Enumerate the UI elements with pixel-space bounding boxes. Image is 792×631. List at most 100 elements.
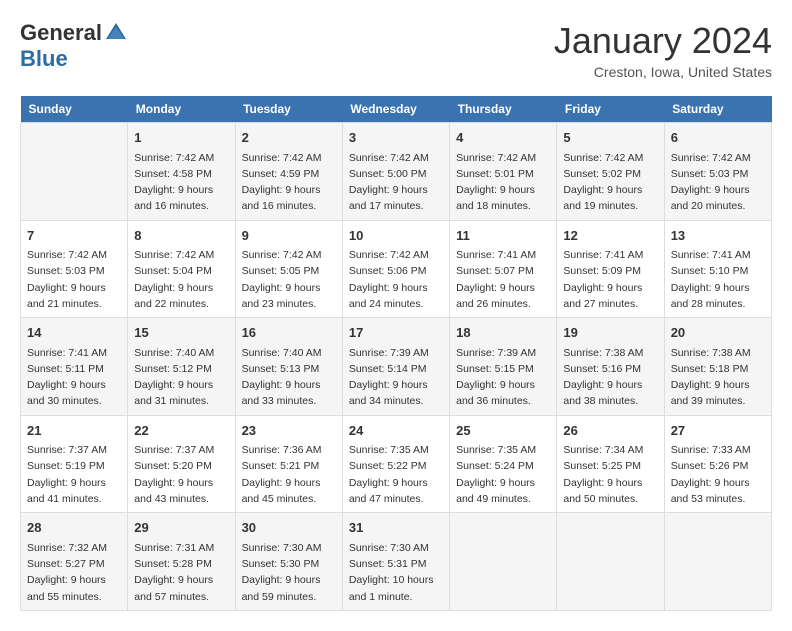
day-info: Sunrise: 7:39 AMSunset: 5:14 PMDaylight:… xyxy=(349,345,443,410)
calendar-body: 1Sunrise: 7:42 AMSunset: 4:58 PMDaylight… xyxy=(21,123,772,611)
calendar-cell: 1Sunrise: 7:42 AMSunset: 4:58 PMDaylight… xyxy=(128,123,235,221)
day-info: Sunrise: 7:36 AMSunset: 5:21 PMDaylight:… xyxy=(242,442,336,507)
day-number: 30 xyxy=(242,518,336,538)
calendar-cell: 15Sunrise: 7:40 AMSunset: 5:12 PMDayligh… xyxy=(128,318,235,416)
day-info: Sunrise: 7:41 AMSunset: 5:09 PMDaylight:… xyxy=(563,247,657,312)
day-info: Sunrise: 7:37 AMSunset: 5:19 PMDaylight:… xyxy=(27,442,121,507)
day-info: Sunrise: 7:38 AMSunset: 5:16 PMDaylight:… xyxy=(563,345,657,410)
calendar-cell: 25Sunrise: 7:35 AMSunset: 5:24 PMDayligh… xyxy=(450,415,557,513)
calendar-cell xyxy=(21,123,128,221)
logo-blue-text: Blue xyxy=(20,46,68,72)
calendar-cell: 13Sunrise: 7:41 AMSunset: 5:10 PMDayligh… xyxy=(664,220,771,318)
calendar-cell: 6Sunrise: 7:42 AMSunset: 5:03 PMDaylight… xyxy=(664,123,771,221)
calendar-cell: 17Sunrise: 7:39 AMSunset: 5:14 PMDayligh… xyxy=(342,318,449,416)
calendar-cell: 10Sunrise: 7:42 AMSunset: 5:06 PMDayligh… xyxy=(342,220,449,318)
calendar-week-row: 21Sunrise: 7:37 AMSunset: 5:19 PMDayligh… xyxy=(21,415,772,513)
day-info: Sunrise: 7:40 AMSunset: 5:13 PMDaylight:… xyxy=(242,345,336,410)
calendar-table: SundayMondayTuesdayWednesdayThursdayFrid… xyxy=(20,96,772,611)
day-number: 26 xyxy=(563,421,657,441)
calendar-week-row: 28Sunrise: 7:32 AMSunset: 5:27 PMDayligh… xyxy=(21,513,772,611)
day-number: 17 xyxy=(349,323,443,343)
day-info: Sunrise: 7:40 AMSunset: 5:12 PMDaylight:… xyxy=(134,345,228,410)
calendar-cell: 18Sunrise: 7:39 AMSunset: 5:15 PMDayligh… xyxy=(450,318,557,416)
day-info: Sunrise: 7:41 AMSunset: 5:11 PMDaylight:… xyxy=(27,345,121,410)
day-info: Sunrise: 7:42 AMSunset: 5:00 PMDaylight:… xyxy=(349,150,443,215)
calendar-cell: 12Sunrise: 7:41 AMSunset: 5:09 PMDayligh… xyxy=(557,220,664,318)
day-header-sunday: Sunday xyxy=(21,96,128,123)
day-number: 11 xyxy=(456,226,550,246)
day-info: Sunrise: 7:42 AMSunset: 4:59 PMDaylight:… xyxy=(242,150,336,215)
calendar-cell: 31Sunrise: 7:30 AMSunset: 5:31 PMDayligh… xyxy=(342,513,449,611)
calendar-week-row: 14Sunrise: 7:41 AMSunset: 5:11 PMDayligh… xyxy=(21,318,772,416)
day-info: Sunrise: 7:37 AMSunset: 5:20 PMDaylight:… xyxy=(134,442,228,507)
days-header-row: SundayMondayTuesdayWednesdayThursdayFrid… xyxy=(21,96,772,123)
day-info: Sunrise: 7:41 AMSunset: 5:07 PMDaylight:… xyxy=(456,247,550,312)
day-info: Sunrise: 7:42 AMSunset: 5:04 PMDaylight:… xyxy=(134,247,228,312)
calendar-cell: 26Sunrise: 7:34 AMSunset: 5:25 PMDayligh… xyxy=(557,415,664,513)
day-info: Sunrise: 7:35 AMSunset: 5:24 PMDaylight:… xyxy=(456,442,550,507)
page-header: General Blue January 2024 Creston, Iowa,… xyxy=(20,20,772,80)
day-info: Sunrise: 7:30 AMSunset: 5:30 PMDaylight:… xyxy=(242,540,336,605)
day-number: 25 xyxy=(456,421,550,441)
logo-icon xyxy=(104,21,128,45)
calendar-cell: 2Sunrise: 7:42 AMSunset: 4:59 PMDaylight… xyxy=(235,123,342,221)
day-number: 21 xyxy=(27,421,121,441)
day-info: Sunrise: 7:31 AMSunset: 5:28 PMDaylight:… xyxy=(134,540,228,605)
calendar-cell: 8Sunrise: 7:42 AMSunset: 5:04 PMDaylight… xyxy=(128,220,235,318)
day-info: Sunrise: 7:33 AMSunset: 5:26 PMDaylight:… xyxy=(671,442,765,507)
day-number: 20 xyxy=(671,323,765,343)
calendar-cell xyxy=(450,513,557,611)
day-header-thursday: Thursday xyxy=(450,96,557,123)
calendar-cell: 29Sunrise: 7:31 AMSunset: 5:28 PMDayligh… xyxy=(128,513,235,611)
calendar-cell: 28Sunrise: 7:32 AMSunset: 5:27 PMDayligh… xyxy=(21,513,128,611)
calendar-cell xyxy=(557,513,664,611)
day-info: Sunrise: 7:38 AMSunset: 5:18 PMDaylight:… xyxy=(671,345,765,410)
day-info: Sunrise: 7:35 AMSunset: 5:22 PMDaylight:… xyxy=(349,442,443,507)
day-info: Sunrise: 7:34 AMSunset: 5:25 PMDaylight:… xyxy=(563,442,657,507)
day-number: 22 xyxy=(134,421,228,441)
title-block: January 2024 Creston, Iowa, United State… xyxy=(554,20,772,80)
day-info: Sunrise: 7:30 AMSunset: 5:31 PMDaylight:… xyxy=(349,540,443,605)
calendar-cell: 7Sunrise: 7:42 AMSunset: 5:03 PMDaylight… xyxy=(21,220,128,318)
day-header-friday: Friday xyxy=(557,96,664,123)
day-number: 16 xyxy=(242,323,336,343)
calendar-cell xyxy=(664,513,771,611)
day-number: 29 xyxy=(134,518,228,538)
logo: General Blue xyxy=(20,20,128,72)
calendar-cell: 27Sunrise: 7:33 AMSunset: 5:26 PMDayligh… xyxy=(664,415,771,513)
day-info: Sunrise: 7:42 AMSunset: 5:05 PMDaylight:… xyxy=(242,247,336,312)
day-number: 7 xyxy=(27,226,121,246)
calendar-cell: 20Sunrise: 7:38 AMSunset: 5:18 PMDayligh… xyxy=(664,318,771,416)
month-title: January 2024 xyxy=(554,20,772,62)
calendar-cell: 14Sunrise: 7:41 AMSunset: 5:11 PMDayligh… xyxy=(21,318,128,416)
day-number: 27 xyxy=(671,421,765,441)
day-number: 14 xyxy=(27,323,121,343)
day-header-saturday: Saturday xyxy=(664,96,771,123)
day-info: Sunrise: 7:42 AMSunset: 5:02 PMDaylight:… xyxy=(563,150,657,215)
day-number: 1 xyxy=(134,128,228,148)
location-subtitle: Creston, Iowa, United States xyxy=(554,64,772,80)
day-number: 5 xyxy=(563,128,657,148)
day-number: 10 xyxy=(349,226,443,246)
day-info: Sunrise: 7:32 AMSunset: 5:27 PMDaylight:… xyxy=(27,540,121,605)
calendar-cell: 4Sunrise: 7:42 AMSunset: 5:01 PMDaylight… xyxy=(450,123,557,221)
day-header-monday: Monday xyxy=(128,96,235,123)
day-number: 3 xyxy=(349,128,443,148)
day-number: 24 xyxy=(349,421,443,441)
day-info: Sunrise: 7:42 AMSunset: 5:01 PMDaylight:… xyxy=(456,150,550,215)
day-number: 15 xyxy=(134,323,228,343)
day-number: 18 xyxy=(456,323,550,343)
day-header-wednesday: Wednesday xyxy=(342,96,449,123)
day-number: 9 xyxy=(242,226,336,246)
day-number: 23 xyxy=(242,421,336,441)
calendar-cell: 11Sunrise: 7:41 AMSunset: 5:07 PMDayligh… xyxy=(450,220,557,318)
calendar-cell: 3Sunrise: 7:42 AMSunset: 5:00 PMDaylight… xyxy=(342,123,449,221)
calendar-cell: 16Sunrise: 7:40 AMSunset: 5:13 PMDayligh… xyxy=(235,318,342,416)
day-info: Sunrise: 7:41 AMSunset: 5:10 PMDaylight:… xyxy=(671,247,765,312)
calendar-cell: 22Sunrise: 7:37 AMSunset: 5:20 PMDayligh… xyxy=(128,415,235,513)
calendar-week-row: 7Sunrise: 7:42 AMSunset: 5:03 PMDaylight… xyxy=(21,220,772,318)
calendar-cell: 30Sunrise: 7:30 AMSunset: 5:30 PMDayligh… xyxy=(235,513,342,611)
calendar-cell: 19Sunrise: 7:38 AMSunset: 5:16 PMDayligh… xyxy=(557,318,664,416)
day-number: 12 xyxy=(563,226,657,246)
day-number: 19 xyxy=(563,323,657,343)
